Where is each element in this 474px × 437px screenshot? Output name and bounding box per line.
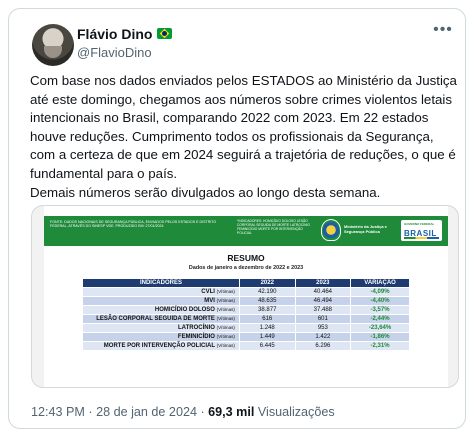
table-row: HOMICÍDIO DOLOSO (Vítimas) 38.877 37.488… <box>82 305 410 315</box>
table-row: MORTE POR INTERVENÇÃO POLICIAL (Vítimas)… <box>82 341 410 351</box>
indicator-unit: (Vítimas) <box>216 316 235 321</box>
value-2023: 6.296 <box>294 341 352 351</box>
value-2022: 6.445 <box>238 341 296 351</box>
indicator-name: LESÃO CORPORAL SEGUIDA DE MORTE <box>96 316 215 322</box>
avatar-beard <box>44 46 62 58</box>
meta-separator: · <box>88 405 97 419</box>
ministry-label: Ministério da Justiça e Segurança Públic… <box>344 224 387 234</box>
brazil-flag-icon <box>157 28 172 39</box>
indicator-unit: (Vítimas) <box>216 298 235 303</box>
value-2022: 42.190 <box>238 287 296 297</box>
indicator-cell: CVLI (Vítimas) <box>82 287 240 297</box>
views-label: Visualizações <box>257 405 335 419</box>
gov-logo-stripe <box>404 237 439 239</box>
variation-value: -4,09% <box>350 287 410 297</box>
table-header-row: INDICADORES 2022 2023 VARIAÇÃO <box>82 278 410 288</box>
table-row: LATROCÍNIO (Vítimas) 1.248 953 -23,64% <box>82 323 410 333</box>
variation-value: -4,40% <box>350 296 410 306</box>
value-2023: 601 <box>294 314 352 324</box>
variation-value: -1,86% <box>350 332 410 342</box>
indicator-unit: (Vítimas) <box>216 334 235 339</box>
value-2023: 953 <box>294 323 352 333</box>
table-row: LESÃO CORPORAL SEGUIDA DE MORTE (Vítimas… <box>82 314 410 324</box>
indicator-name: MORTE POR INTERVENÇÃO POLICIAL <box>103 343 215 349</box>
summary-table: INDICADORES 2022 2023 VARIAÇÃO CVLI (Vít… <box>82 278 410 351</box>
value-2022: 38.877 <box>238 305 296 315</box>
source-note: FONTE: DADOS NACIONAIS DE SEGURANÇA PÚBL… <box>50 220 217 229</box>
gov-logo-top: GOVERNO FEDERAL <box>404 222 435 226</box>
column-header: 2022 <box>238 278 296 288</box>
indicator-cell: MORTE POR INTERVENÇÃO POLICIAL (Vítimas) <box>82 341 240 351</box>
gov-brasil-logo: GOVERNO FEDERAL BRASIL <box>401 220 442 241</box>
value-2022: 1.449 <box>238 332 296 342</box>
views-count: 69,3 mil <box>208 405 255 419</box>
tweet-image[interactable]: FONTE: DADOS NACIONAIS DE SEGURANÇA PÚBL… <box>31 205 459 388</box>
document-title: RESUMO <box>227 253 265 263</box>
value-2023: 40.464 <box>294 287 352 297</box>
column-header: 2023 <box>294 278 352 288</box>
variation-value: -2,44% <box>350 314 410 324</box>
indicator-cell: FEMINICÍDIO (Vítimas) <box>82 332 240 342</box>
column-header: VARIAÇÃO <box>350 278 410 288</box>
document-header: FONTE: DADOS NACIONAIS DE SEGURANÇA PÚBL… <box>44 216 448 246</box>
tweet-date[interactable]: 28 de jan de 2024 <box>96 405 197 419</box>
variation-value: -3,57% <box>350 305 410 315</box>
resumo-document: FONTE: DADOS NACIONAIS DE SEGURANÇA PÚBL… <box>44 206 448 387</box>
indicator-unit: (Vítimas) <box>216 325 235 330</box>
author-name[interactable]: Flávio Dino <box>77 26 152 42</box>
more-options-icon[interactable]: ••• <box>431 22 455 43</box>
tweet-paragraph: Demais números serão divulgados ao longo… <box>30 184 381 200</box>
tweet-meta: 12:43 PM · 28 de jan de 2024 · 69,3 mil … <box>31 405 335 419</box>
author-handle[interactable]: @FlavioDino <box>77 45 152 60</box>
meta-separator: · <box>200 405 209 419</box>
indicators-note: *INDICADORES: HOMICÍDIO DOLOSO LESÃO COR… <box>237 219 311 235</box>
table-row: MVI (Vítimas) 48.635 46.494 -4,40% <box>82 296 410 306</box>
author-avatar[interactable] <box>32 24 74 66</box>
table-row: FEMINICÍDIO (Vítimas) 1.449 1.422 -1,86% <box>82 332 410 342</box>
variation-value: -23,64% <box>350 323 410 333</box>
tweet-card: Flávio Dino @FlavioDino ••• Com base nos… <box>8 8 466 429</box>
indicator-name: FEMINICÍDIO <box>177 334 215 340</box>
tweet-time[interactable]: 12:43 PM <box>31 405 85 419</box>
value-2023: 46.494 <box>294 296 352 306</box>
value-2023: 37.488 <box>294 305 352 315</box>
indicator-unit: (Vítimas) <box>216 343 235 348</box>
indicator-name: CVLI <box>201 289 215 295</box>
coat-of-arms-icon <box>321 219 341 241</box>
column-header: INDICADORES <box>82 278 240 288</box>
indicator-cell: LESÃO CORPORAL SEGUIDA DE MORTE (Vítimas… <box>82 314 240 324</box>
tweet-text: Com base nos dados enviados pelos ESTADO… <box>30 72 460 202</box>
indicator-name: LATROCÍNIO <box>178 325 215 331</box>
indicator-cell: LATROCÍNIO (Vítimas) <box>82 323 240 333</box>
indicator-unit: (Vítimas) <box>216 307 235 312</box>
tweet-paragraph: Com base nos dados enviados pelos ESTADO… <box>30 73 457 181</box>
table-row: CVLI (Vítimas) 42.190 40.464 -4,09% <box>82 287 410 297</box>
variation-value: -2,31% <box>350 341 410 351</box>
indicator-cell: HOMICÍDIO DOLOSO (Vítimas) <box>82 305 240 315</box>
indicator-unit: (Vítimas) <box>216 289 235 294</box>
flag-globe <box>162 31 167 36</box>
value-2023: 1.422 <box>294 332 352 342</box>
indicator-name: MVI <box>204 298 215 304</box>
value-2022: 616 <box>238 314 296 324</box>
value-2022: 48.635 <box>238 296 296 306</box>
document-subtitle: Dados de janeiro a dezembro de 2022 e 20… <box>188 265 304 271</box>
indicator-cell: MVI (Vítimas) <box>82 296 240 306</box>
indicator-name: HOMICÍDIO DOLOSO <box>154 307 215 313</box>
value-2022: 1.248 <box>238 323 296 333</box>
